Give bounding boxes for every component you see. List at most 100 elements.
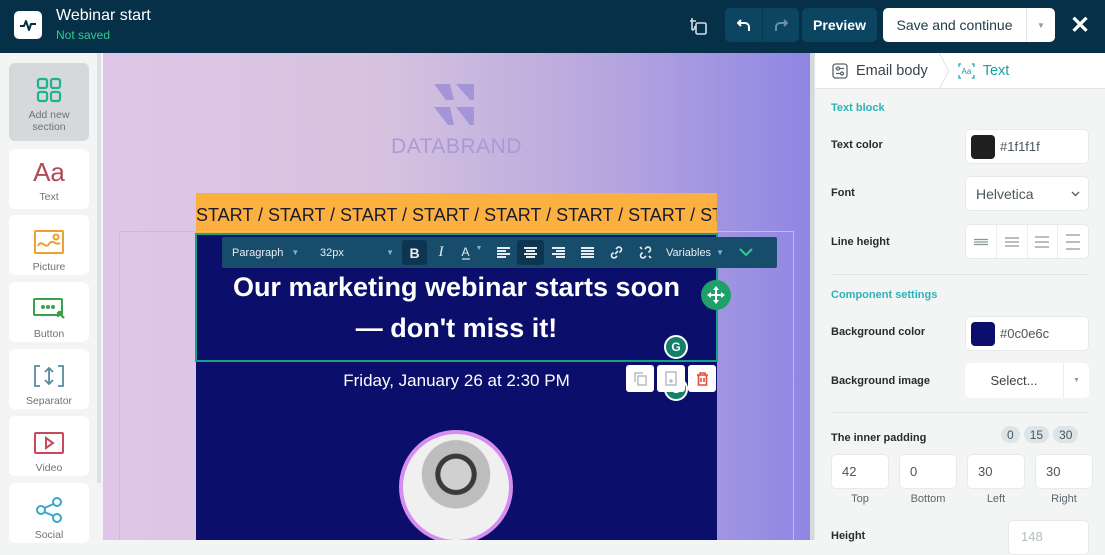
unlink-icon bbox=[638, 246, 652, 259]
save-options-dropdown[interactable]: ▼ bbox=[1026, 8, 1055, 42]
background-color-picker[interactable]: #0c0e6c bbox=[965, 316, 1089, 351]
breadcrumb-text[interactable]: Aa Text bbox=[958, 53, 1009, 89]
close-icon: ✕ bbox=[1069, 11, 1091, 39]
text-color-picker[interactable]: #1f1f1f bbox=[965, 129, 1089, 164]
align-center-icon bbox=[524, 247, 537, 258]
align-right-button[interactable] bbox=[544, 240, 572, 265]
delete-button[interactable] bbox=[688, 365, 716, 392]
marquee-banner[interactable]: START / START / START / START / START / … bbox=[196, 193, 717, 233]
background-image-label: Background image bbox=[831, 375, 931, 387]
chevron-down-icon: ▼ bbox=[475, 245, 483, 252]
breadcrumb: Email body Aa Text bbox=[815, 52, 1105, 89]
sidebar-item-separator[interactable]: Separator bbox=[9, 349, 89, 409]
link-button[interactable] bbox=[602, 240, 630, 265]
save-and-continue-button[interactable]: Save and continue bbox=[883, 8, 1026, 42]
text-aa-icon: Aa bbox=[33, 156, 65, 187]
save-block-button[interactable] bbox=[657, 365, 685, 392]
sidebar-item-label: Separator bbox=[25, 395, 73, 407]
align-justify-button[interactable] bbox=[572, 240, 602, 265]
variables-label: Variables bbox=[666, 246, 712, 259]
line-height-option-normal[interactable] bbox=[995, 225, 1027, 258]
email-canvas: DATABRAND START / START / START / START … bbox=[103, 53, 810, 540]
line-height-option-relaxed[interactable] bbox=[1026, 225, 1058, 258]
padding-right-input[interactable]: 30 bbox=[1035, 454, 1093, 489]
padding-left-caption: Left bbox=[986, 493, 1006, 505]
history-controls bbox=[725, 8, 799, 42]
padding-top: 42 Top bbox=[831, 454, 889, 505]
line-height-relaxed-icon bbox=[1035, 235, 1050, 248]
top-bar: Webinar start Not saved Preview Save and… bbox=[0, 0, 1105, 53]
separator-icon bbox=[34, 361, 64, 391]
variables-dropdown[interactable]: Variables ▼ bbox=[660, 240, 730, 265]
sidebar-item-label: Video bbox=[35, 462, 63, 474]
line-height-option-loose[interactable] bbox=[1057, 225, 1088, 258]
speaker-photo[interactable] bbox=[399, 430, 513, 540]
sidebar-item-video[interactable]: Video bbox=[9, 416, 89, 476]
svg-text:Aa: Aa bbox=[961, 67, 971, 76]
sidebar-scrollbar[interactable] bbox=[97, 53, 101, 483]
sidebar-item-text[interactable]: Aa Text bbox=[9, 149, 89, 209]
text-color-swatch[interactable] bbox=[971, 134, 995, 159]
background-image-select[interactable]: Select... ▼ bbox=[965, 363, 1089, 398]
collapse-toolbar-button[interactable] bbox=[730, 240, 762, 265]
align-left-button[interactable] bbox=[489, 240, 517, 265]
brand-name: DATABRAND bbox=[391, 135, 522, 158]
padding-inputs: 42 Top 0 Bottom 30 Left 30 Right bbox=[831, 454, 1093, 505]
font-select[interactable]: Helvetica bbox=[965, 176, 1089, 211]
padding-top-input[interactable]: 42 bbox=[831, 454, 889, 489]
app-logo-icon[interactable] bbox=[14, 11, 42, 39]
duplicate-button[interactable] bbox=[626, 365, 654, 392]
background-image-dropdown[interactable]: ▼ bbox=[1063, 363, 1089, 398]
unlink-button[interactable] bbox=[630, 240, 660, 265]
chevron-down-icon bbox=[1071, 191, 1080, 196]
headline-text[interactable]: Our marketing webinar starts soon — don'… bbox=[195, 267, 718, 349]
close-button[interactable]: ✕ bbox=[1068, 11, 1092, 39]
breadcrumb-email-body[interactable]: Email body bbox=[815, 53, 928, 89]
chevron-down-icon: ▼ bbox=[291, 248, 300, 257]
text-color-label: Text color bbox=[831, 139, 883, 151]
text-color-button[interactable]: A ▼ bbox=[455, 240, 489, 265]
padding-left: 30 Left bbox=[967, 454, 1025, 505]
font-size-dropdown[interactable]: 32px ▼ bbox=[308, 240, 402, 265]
bold-button[interactable]: B bbox=[402, 240, 427, 265]
chevron-down-icon: ▼ bbox=[716, 248, 724, 257]
line-height-options bbox=[965, 224, 1089, 259]
block-type-dropdown[interactable]: Paragraph ▼ bbox=[222, 240, 308, 265]
preview-button[interactable]: Preview bbox=[802, 8, 877, 42]
video-icon bbox=[34, 428, 64, 458]
italic-button[interactable]: I bbox=[427, 240, 455, 265]
redo-button[interactable] bbox=[762, 8, 799, 42]
line-height-loose-icon bbox=[1066, 233, 1081, 250]
language-icon[interactable] bbox=[686, 14, 710, 38]
align-left-icon bbox=[496, 247, 510, 258]
chevron-down-icon: ▼ bbox=[1037, 20, 1045, 30]
padding-preset-30[interactable]: 30 bbox=[1053, 426, 1079, 443]
align-center-button[interactable] bbox=[517, 240, 544, 265]
text-block-heading: Text block bbox=[831, 102, 885, 114]
line-height-option-compact[interactable] bbox=[966, 225, 996, 258]
sidebar-item-label: Button bbox=[33, 328, 65, 340]
blocks-sidebar: Add new section Aa Text Picture Button S… bbox=[0, 53, 100, 543]
padding-left-input[interactable]: 30 bbox=[967, 454, 1025, 489]
breadcrumb-separator-icon bbox=[938, 52, 950, 89]
block-type-value: Paragraph bbox=[232, 246, 284, 259]
sidebar-item-button[interactable]: Button bbox=[9, 282, 89, 342]
grammarly-icon[interactable]: G bbox=[664, 335, 688, 359]
padding-right: 30 Right bbox=[1035, 454, 1093, 505]
padding-bottom-input[interactable]: 0 bbox=[899, 454, 957, 489]
button-icon bbox=[33, 294, 65, 324]
padding-preset-15[interactable]: 15 bbox=[1023, 426, 1050, 443]
height-input[interactable]: 148 bbox=[1008, 520, 1089, 555]
padding-preset-0[interactable]: 0 bbox=[1001, 426, 1020, 443]
undo-button[interactable] bbox=[725, 8, 762, 42]
sidebar-item-social[interactable]: Social bbox=[9, 483, 89, 543]
height-label: Height bbox=[831, 530, 866, 542]
save-button-group: Save and continue ▼ bbox=[883, 8, 1055, 42]
background-color-swatch[interactable] bbox=[971, 321, 995, 346]
sidebar-item-picture[interactable]: Picture bbox=[9, 215, 89, 275]
block-actions bbox=[626, 365, 716, 392]
move-handle[interactable] bbox=[701, 280, 731, 310]
sidebar-item-add-section[interactable]: Add new section bbox=[9, 63, 89, 141]
sidebar-item-label: Text bbox=[39, 191, 59, 203]
settings-sliders-icon bbox=[832, 62, 848, 79]
